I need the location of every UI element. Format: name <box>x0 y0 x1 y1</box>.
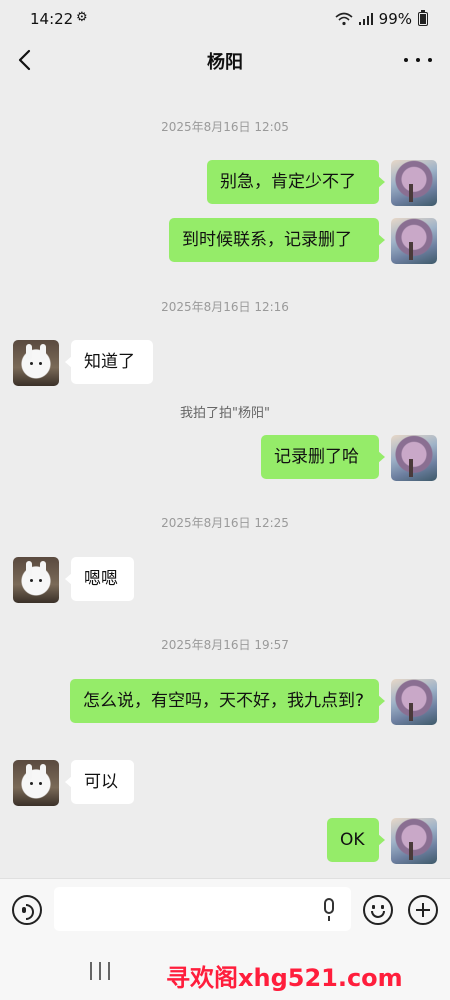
message-timestamp: 2025年8月16日 12:25 <box>161 516 289 530</box>
contact-avatar[interactable] <box>13 557 59 603</box>
contact-avatar[interactable] <box>13 760 59 806</box>
plus-icon[interactable] <box>408 895 438 925</box>
battery-icon <box>418 10 428 26</box>
message-bubble-received[interactable]: 可以 <box>65 760 134 804</box>
message-bubble-received[interactable]: 知道了 <box>65 340 153 384</box>
message-timestamp: 2025年8月16日 19:57 <box>161 638 289 652</box>
status-bar: 14:22 ⚙ 99% <box>0 0 450 38</box>
system-navigation-bar: 寻欢阁xhg521.com <box>0 940 450 1000</box>
settings-gear-icon: ⚙ <box>76 10 88 25</box>
message-timestamp: 2025年8月16日 12:16 <box>161 300 289 314</box>
self-avatar[interactable] <box>391 218 437 264</box>
contact-avatar[interactable] <box>13 340 59 386</box>
message-timestamp: 2025年8月16日 12:05 <box>161 120 289 134</box>
recent-apps-icon[interactable] <box>90 962 110 980</box>
message-input[interactable] <box>54 887 351 931</box>
message-input-bar <box>0 878 450 941</box>
battery-percent: 99% <box>378 10 412 28</box>
self-avatar[interactable] <box>391 435 437 481</box>
voice-input-icon[interactable] <box>12 895 42 925</box>
message-bubble-sent[interactable]: OK <box>327 818 385 862</box>
chat-header: 杨阳 <box>0 38 450 82</box>
status-time: 14:22 <box>30 10 74 28</box>
self-avatar[interactable] <box>391 160 437 206</box>
emoji-icon[interactable] <box>363 895 393 925</box>
message-bubble-received[interactable]: 嗯嗯 <box>65 557 134 601</box>
watermark-text: 寻欢阁xhg521.com <box>166 964 403 992</box>
message-bubble-sent[interactable]: 到时候联系，记录删了 <box>169 218 385 262</box>
message-bubble-sent[interactable]: 记录删了哈 <box>261 435 385 479</box>
signal-icon <box>358 13 373 25</box>
status-indicators: 99% <box>335 10 428 28</box>
self-avatar[interactable] <box>391 679 437 725</box>
message-bubble-sent[interactable]: 怎么说，有空吗，天不好，我九点到? <box>70 679 385 723</box>
message-bubble-sent[interactable]: 别急，肯定少不了 <box>207 160 385 204</box>
chat-title: 杨阳 <box>207 52 243 73</box>
more-options-icon[interactable] <box>404 48 432 72</box>
pat-system-message: 我拍了拍"杨阳" <box>180 406 270 421</box>
microphone-icon[interactable] <box>324 898 334 921</box>
wifi-icon <box>335 12 353 26</box>
self-avatar[interactable] <box>391 818 437 864</box>
